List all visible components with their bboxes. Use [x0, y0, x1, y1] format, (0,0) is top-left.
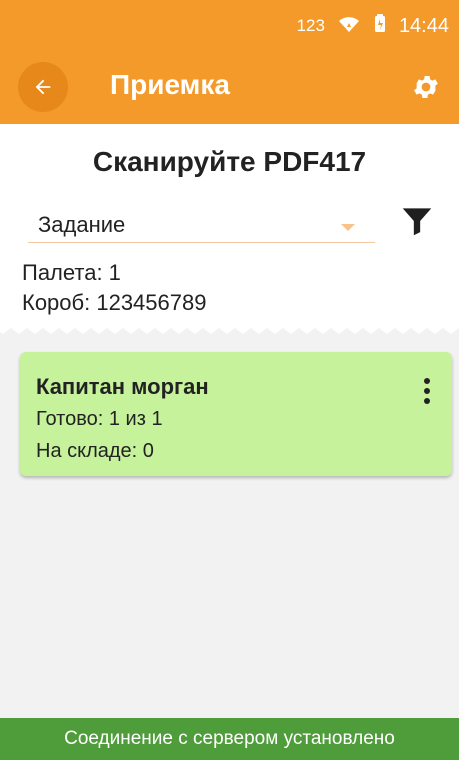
wifi-icon [337, 14, 361, 38]
more-vert-icon [424, 378, 430, 384]
pallet-info: Палета: 1 [22, 260, 121, 285]
task-select[interactable]: Задание [28, 206, 375, 243]
status-bar: 123 14:44 [0, 0, 459, 50]
task-select-label: Задание [38, 212, 126, 237]
item-title: Капитан морган [36, 374, 209, 399]
page-title: Приемка [110, 69, 230, 100]
chevron-down-icon [341, 224, 355, 231]
back-button[interactable] [18, 62, 68, 112]
settings-button[interactable] [411, 72, 441, 102]
item-card[interactable]: Капитан морган Готово: 1 из 1 На складе:… [20, 352, 452, 476]
app-bar: Приемка [0, 50, 459, 124]
input-mode-text: 123 [296, 16, 325, 35]
scan-title: Сканируйте PDF417 [92, 146, 367, 177]
box-info: Короб: 123456789 [22, 290, 207, 315]
time-text: 14:44 [398, 15, 449, 37]
battery-icon [373, 14, 387, 38]
gear-icon [414, 76, 438, 98]
arrow-left-icon [35, 79, 51, 95]
filter-button[interactable] [397, 202, 437, 240]
item-ready: Готово: 1 из 1 [36, 408, 163, 430]
more-options-button[interactable] [420, 378, 434, 408]
paper-edge [0, 324, 459, 334]
status-icons: 123 14:44 [297, 14, 449, 38]
connection-status: Соединение с сервером установлено [0, 718, 459, 760]
filter-icon [402, 208, 432, 236]
item-stock: На складе: 0 [36, 440, 154, 462]
scan-panel: Сканируйте PDF417 Задание Палета: 1 Коро… [0, 124, 459, 328]
